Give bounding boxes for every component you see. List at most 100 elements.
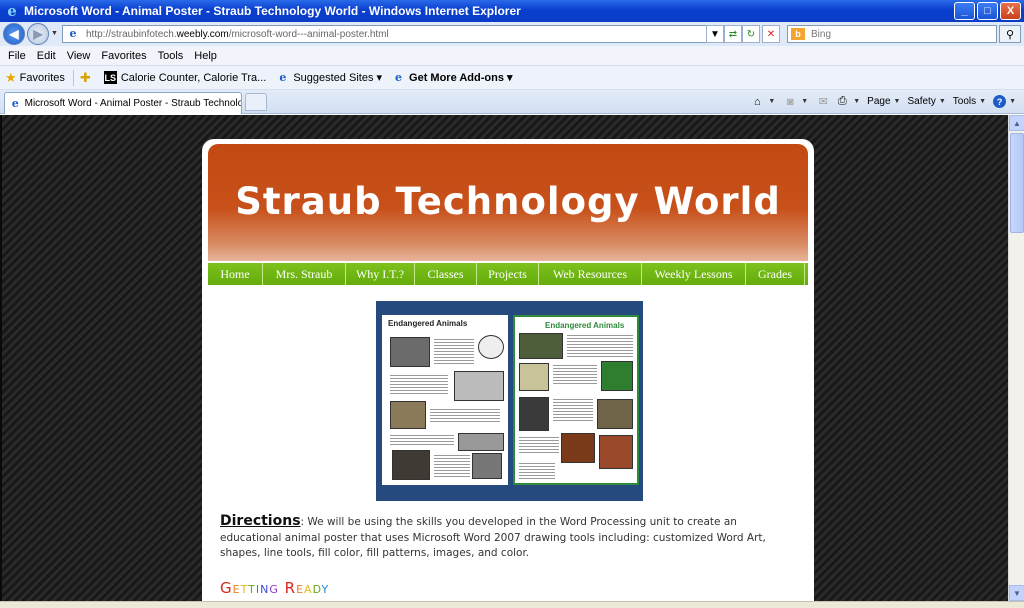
menu-help[interactable]: Help [194,50,217,62]
favorite-label: Suggested Sites ▾ [293,72,383,84]
animal-photo [599,435,633,469]
heading-letter: n [260,579,270,597]
tools-menu[interactable]: Tools [953,96,976,107]
nav-classes[interactable]: Classes [415,263,477,285]
directions-paragraph: Directions: We will be using the skills … [220,513,790,562]
poster-page-left: Endangered Animals [382,315,508,485]
nav-weekly-lessons[interactable]: Weekly Lessons [642,263,746,285]
back-button[interactable]: ◀ [3,23,25,45]
poster-heading: Endangered Animals [388,319,468,328]
heading-letter: t [240,579,249,597]
feeds-icon[interactable]: ◙ [782,94,798,109]
maximize-button[interactable]: □ [977,2,998,20]
animal-photo [454,371,504,401]
search-box[interactable]: b [787,25,997,43]
favorites-label: Favorites [19,71,65,84]
menu-view[interactable]: View [67,50,91,62]
favorite-item-get-more-addons[interactable]: e Get More Add-ons ▾ [392,71,513,84]
heading-letter: G [220,579,233,597]
directions-label: Directions [220,513,301,529]
close-button[interactable]: X [1000,2,1021,20]
getting-ready-heading: Getting Ready [220,579,329,597]
stop-icon[interactable]: ✕ [762,25,780,43]
address-row: ◀ ▶ ▼ e http://straubinfotech.weebly.com… [0,22,1024,46]
animal-photo [390,337,430,367]
nav-why-it[interactable]: Why I.T.? [346,263,415,285]
nav-grades[interactable]: Grades [746,263,805,285]
tab-label: Microsoft Word - Animal Poster - Straub … [24,98,241,109]
text-block [553,397,593,423]
safety-menu[interactable]: Safety [907,96,935,107]
nav-home[interactable]: Home [208,263,263,285]
animal-photo [561,433,595,463]
print-dropdown-icon[interactable]: ▼ [853,98,860,105]
menu-file[interactable]: File [8,50,26,62]
chevron-down-icon: ▼ [979,98,987,105]
search-input[interactable] [811,28,981,40]
text-block [567,333,633,359]
heading-letter: a [304,579,313,597]
help-dropdown-icon[interactable]: ▼ [1009,98,1016,105]
page-icon: e [69,27,77,40]
page-viewport[interactable]: Straub Technology World Home Mrs. Straub… [0,115,1008,601]
menu-tools[interactable]: Tools [158,50,184,62]
animal-photo [519,397,549,431]
search-button[interactable]: ⚲ [999,25,1021,43]
minimize-button[interactable]: _ [954,2,975,20]
favorites-button[interactable]: ★ Favorites [5,70,65,86]
new-tab-button[interactable] [245,93,267,111]
poster-heading: Endangered Animals [545,321,625,330]
feeds-dropdown-icon[interactable]: ▼ [801,98,808,105]
address-dropdown-icon[interactable]: ▼ [706,25,724,43]
animal-photo [597,399,633,429]
home-dropdown-icon[interactable]: ▼ [768,98,775,105]
refresh-icon[interactable]: ↻ [742,25,760,43]
text-block [430,407,500,423]
favorites-bar: ★ Favorites ✚ LS Calorie Counter, Calori… [0,66,1024,90]
page-icon: e [11,97,19,110]
recent-pages-dropdown-icon[interactable]: ▼ [51,30,58,37]
text-block [434,337,474,365]
help-icon[interactable]: ? [993,95,1007,108]
favorite-item-suggested-sites[interactable]: e Suggested Sites ▾ [276,71,382,84]
menu-edit[interactable]: Edit [37,50,56,62]
site-title[interactable]: Straub Technology World [235,180,781,223]
menu-bar: File Edit View Favorites Tools Help [0,46,1024,66]
home-icon[interactable]: ⌂ [749,94,765,109]
text-block [434,453,470,477]
scroll-down-arrow-icon[interactable]: ▼ [1009,585,1024,601]
text-block [390,433,454,445]
nav-web-resources[interactable]: Web Resources [539,263,642,285]
animal-photo [519,333,563,359]
forward-button[interactable]: ▶ [27,23,49,45]
add-favorite-icon[interactable]: ✚ [80,70,91,86]
heading-letter: t [248,579,256,597]
page-menu[interactable]: Page [867,96,890,107]
favorite-label: Calorie Counter, Calorie Tra... [120,71,267,84]
favorite-label: Get More Add-ons ▾ [409,72,513,84]
nav-projects[interactable]: Projects [477,263,539,285]
chevron-down-icon: ▼ [893,98,901,105]
animal-photo [392,450,430,480]
heading-letter: y [321,579,330,597]
nav-mrs-straub[interactable]: Mrs. Straub [263,263,346,285]
animal-photo [390,401,426,429]
address-bar[interactable]: e http://straubinfotech.weebly.com/micro… [62,25,720,43]
favorite-item-calorie-counter[interactable]: LS Calorie Counter, Calorie Tra... [103,71,267,84]
compatibility-view-icon[interactable]: ⇄ [724,25,742,43]
text-block [519,435,559,455]
scrollbar-thumb[interactable] [1010,133,1024,233]
vertical-scrollbar[interactable]: ▲ ▼ [1008,115,1024,601]
tab-animal-poster[interactable]: e Microsoft Word - Animal Poster - Strau… [4,92,242,114]
print-icon[interactable]: ⎙ [834,94,850,109]
chevron-down-icon: ▼ [938,98,946,105]
text-block [390,373,448,395]
site-banner: Straub Technology World [208,144,808,261]
mail-icon[interactable]: ✉ [815,94,831,109]
url-text[interactable]: http://straubinfotech.weebly.com/microso… [86,29,389,40]
menu-favorites[interactable]: Favorites [101,50,146,62]
bing-icon: b [791,28,805,40]
animal-photo [519,363,549,391]
scroll-up-arrow-icon[interactable]: ▲ [1009,115,1024,131]
status-bar [0,601,1024,608]
